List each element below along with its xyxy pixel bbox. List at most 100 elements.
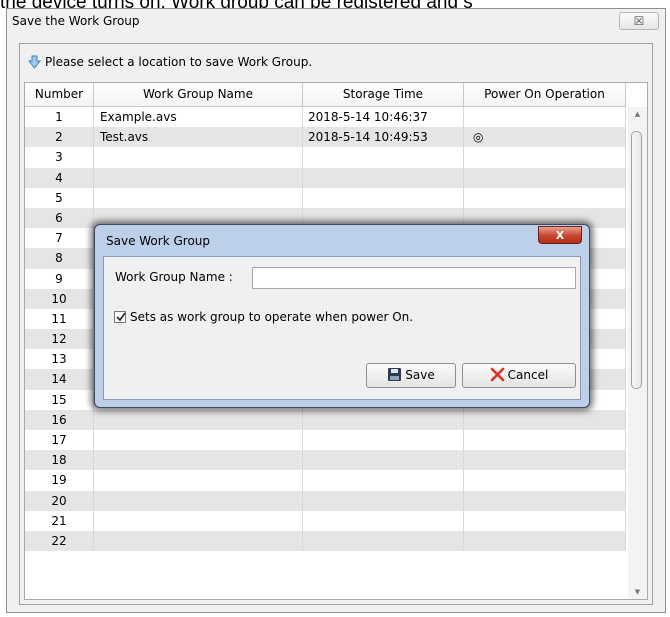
row-number-cell: 15 [25, 389, 94, 410]
work-group-name-cell [94, 510, 303, 531]
storage-time-cell [303, 490, 464, 511]
row-number-cell: 17 [25, 430, 94, 451]
scrollbar-thumb[interactable] [631, 131, 642, 389]
checkbox-icon[interactable] [114, 311, 126, 323]
window-title: Save the Work Group [12, 14, 140, 28]
row-number-cell: 14 [25, 369, 94, 390]
row-number-cell: 5 [25, 187, 94, 208]
work-group-name-cell [94, 530, 303, 552]
table-row[interactable]: 4 [25, 167, 626, 188]
save-button-label: Save [405, 368, 435, 382]
table-row[interactable]: 21 [25, 510, 626, 531]
row-number-cell: 10 [25, 288, 94, 309]
power-on-operation-cell [464, 510, 626, 531]
row-number-cell: 11 [25, 308, 94, 330]
table-row[interactable]: 16 [25, 409, 626, 430]
table-row[interactable]: 3 [25, 147, 626, 168]
power-on-operation-cell [464, 107, 626, 128]
storage-time-cell [303, 409, 464, 430]
power-on-operation-cell [464, 409, 626, 430]
table-row[interactable]: 19 [25, 470, 626, 491]
location-hint: Please select a location to save Work Gr… [27, 54, 313, 70]
close-icon: ☒ [633, 14, 645, 28]
table-row[interactable]: 22 [25, 530, 626, 552]
work-group-name-cell [94, 187, 303, 208]
close-icon: X [555, 229, 565, 242]
row-number-cell: 4 [25, 167, 94, 188]
window-close-button[interactable]: ☒ [619, 12, 659, 30]
work-group-name-cell: Test.avs [94, 127, 303, 148]
table-row[interactable]: 20 [25, 490, 626, 511]
row-number-cell: 6 [25, 207, 94, 229]
floppy-disk-icon [388, 368, 402, 381]
storage-time-cell [303, 430, 464, 451]
row-number-cell: 21 [25, 510, 94, 531]
work-group-name-cell [94, 167, 303, 188]
row-number-cell: 12 [25, 329, 94, 350]
work-group-name-cell [94, 147, 303, 168]
power-on-operation-cell [464, 490, 626, 511]
power-on-operation-cell [464, 450, 626, 471]
row-number-cell: 20 [25, 490, 94, 511]
row-number-cell: 7 [25, 228, 94, 249]
save-work-group-dialog: Save Work Group X Work Group Name : Sets… [94, 224, 590, 408]
table-row[interactable]: 2 Test.avs 2018-5-14 10:49:53 ◎ [25, 127, 626, 148]
row-number-cell: 16 [25, 409, 94, 430]
hint-text: Please select a location to save Work Gr… [45, 55, 313, 69]
storage-time-cell [303, 147, 464, 168]
column-header-power-on-operation[interactable]: Power On Operation [464, 83, 626, 106]
row-number-cell: 3 [25, 147, 94, 168]
work-group-name-label: Work Group Name : [115, 270, 233, 284]
row-number-cell: 8 [25, 248, 94, 269]
power-on-operation-cell [464, 147, 626, 168]
row-number-cell: 9 [25, 268, 94, 289]
work-group-name-cell [94, 409, 303, 430]
vertical-scrollbar[interactable]: ▲ ▼ [628, 107, 647, 599]
row-number-cell: 13 [25, 349, 94, 370]
storage-time-cell [303, 167, 464, 188]
work-group-name-cell [94, 470, 303, 491]
power-on-operation-cell [464, 187, 626, 208]
row-number-cell: 22 [25, 530, 94, 552]
power-on-operation-cell: ◎ [464, 127, 626, 148]
table-row[interactable]: 18 [25, 450, 626, 471]
storage-time-cell: 2018-5-14 10:46:37 [303, 107, 464, 128]
power-on-checkbox-label[interactable]: Sets as work group to operate when power… [130, 310, 413, 324]
scroll-down-icon[interactable]: ▼ [628, 585, 647, 599]
power-on-operation-cell [464, 167, 626, 188]
column-header-work-group-name[interactable]: Work Group Name [94, 83, 303, 106]
dialog-body: Work Group Name : Sets as work group to … [103, 256, 581, 400]
dialog-title: Save Work Group [106, 234, 211, 248]
cancel-button-label: Cancel [507, 368, 549, 382]
power-on-operation-cell [464, 470, 626, 491]
work-group-name-cell [94, 450, 303, 471]
work-group-name-input[interactable] [252, 267, 576, 289]
work-group-name-cell: Example.avs [94, 107, 303, 128]
table-row[interactable]: 1 Example.avs 2018-5-14 10:46:37 [25, 107, 626, 128]
table-row[interactable]: 17 [25, 430, 626, 451]
row-number-cell: 1 [25, 107, 94, 128]
storage-time-cell: 2018-5-14 10:49:53 [303, 127, 464, 148]
scroll-up-icon[interactable]: ▲ [628, 107, 647, 121]
row-number-cell: 19 [25, 470, 94, 491]
save-button[interactable]: Save [366, 363, 456, 388]
down-arrow-icon [27, 55, 42, 69]
power-on-checkbox[interactable]: Sets as work group to operate when power… [114, 309, 413, 325]
column-header-number[interactable]: Number [25, 83, 94, 106]
cancel-button[interactable]: Cancel [462, 363, 576, 388]
work-group-name-cell [94, 430, 303, 451]
red-x-icon [490, 367, 504, 382]
dialog-close-button[interactable]: X [538, 226, 582, 244]
table-row[interactable]: 5 [25, 187, 626, 208]
storage-time-cell [303, 187, 464, 208]
row-number-cell: 2 [25, 127, 94, 148]
storage-time-cell [303, 450, 464, 471]
storage-time-cell [303, 530, 464, 552]
table-header: Number Work Group Name Storage Time Powe… [25, 83, 626, 107]
storage-time-cell [303, 470, 464, 491]
storage-time-cell [303, 510, 464, 531]
work-group-name-cell [94, 490, 303, 511]
column-header-storage-time[interactable]: Storage Time [303, 83, 464, 106]
row-number-cell: 18 [25, 450, 94, 471]
power-on-operation-cell [464, 430, 626, 451]
